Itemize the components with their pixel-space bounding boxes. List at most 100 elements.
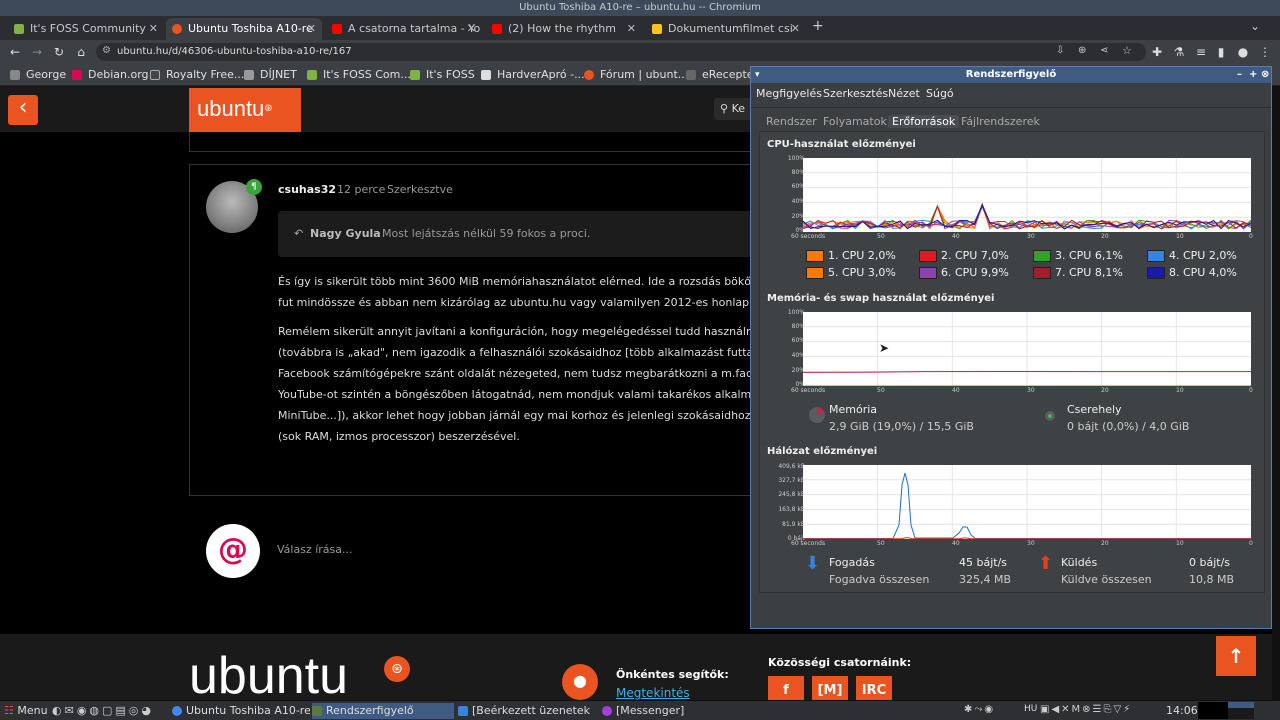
sidepanel-icon[interactable]: ▮ xyxy=(1214,45,1228,59)
menu-monitor[interactable]: Megfigyelés xyxy=(756,87,822,100)
post-edited[interactable]: Szerkesztve xyxy=(387,183,453,196)
close-icon[interactable]: ✕ xyxy=(627,18,636,40)
flask-icon[interactable]: ⚗ xyxy=(1172,45,1186,59)
address-bar[interactable]: ⚙ ubuntu.hu/d/46306-ubuntu-toshiba-a10-r… xyxy=(96,43,1146,61)
browser-tab[interactable]: (2) How the rhythm ✕ xyxy=(486,18,642,40)
irc-button[interactable]: IRC xyxy=(856,676,892,700)
tab-resources[interactable]: Erőforrások xyxy=(888,115,960,128)
browser-tab[interactable]: Dokumentumfilmet csi ✕ xyxy=(646,18,806,40)
cpu-color-swatch[interactable] xyxy=(1033,267,1051,279)
url-text[interactable]: ubuntu.hu/d/46306-ubuntu-toshiba-a10-re/… xyxy=(117,46,352,57)
cpu-color-swatch[interactable] xyxy=(1033,250,1051,262)
zoom-icon[interactable]: ⊕ xyxy=(1078,45,1086,56)
cpu-color-swatch[interactable] xyxy=(1147,267,1165,279)
bookmark-item[interactable]: eReceptek xyxy=(686,67,760,83)
cpu-color-swatch[interactable] xyxy=(806,267,824,279)
bookmark-item[interactable]: Royalty Free... xyxy=(150,67,244,83)
minimize-icon[interactable]: – xyxy=(1237,67,1242,83)
bookmark-item[interactable]: DÍJNET xyxy=(244,67,297,83)
menu-dots-icon[interactable]: ⋮ xyxy=(1258,45,1272,59)
reply-to-author[interactable]: Nagy Gyula xyxy=(310,227,381,240)
close-icon[interactable]: ⊗ xyxy=(1261,67,1269,83)
matrix-button[interactable]: [M] xyxy=(812,676,848,700)
site-info-icon[interactable]: ⚙ xyxy=(102,45,111,56)
upload-arrow-icon[interactable]: ⬆ xyxy=(1038,555,1053,573)
cpu-legend-item[interactable]: 6. CPU 9,9% xyxy=(919,266,1009,279)
quick-launch-icons[interactable]: ◐✉◉◍▢▤◎◕ xyxy=(52,704,170,718)
cpu-color-swatch[interactable] xyxy=(806,250,824,262)
footer-ubuntu-logo[interactable]: ubuntu xyxy=(189,646,348,700)
cpu-color-swatch[interactable] xyxy=(919,250,937,262)
tray-icons[interactable]: ✱⤳◉ xyxy=(964,704,1024,718)
bookmark-star-icon[interactable]: ☆ xyxy=(1122,44,1132,57)
cpu-color-swatch[interactable] xyxy=(919,267,937,279)
extensions-icon[interactable]: ✚ xyxy=(1150,45,1164,59)
bookmark-item[interactable]: It's FOSS Com... xyxy=(307,67,411,83)
memory-pie-icon[interactable] xyxy=(809,407,825,423)
profile-icon[interactable]: ● xyxy=(1236,45,1250,59)
scrollbar[interactable] xyxy=(1272,86,1280,700)
menu-help[interactable]: Súgó xyxy=(926,87,954,100)
forward-arrow-icon[interactable]: → xyxy=(30,45,44,59)
scroll-to-top-button[interactable]: ↑ xyxy=(1216,636,1256,676)
tab-search-chevron-icon[interactable]: ⌄ xyxy=(1250,19,1260,33)
bookmark-item[interactable]: Fórum | ubunt... xyxy=(584,67,688,83)
volunteers-link[interactable]: Megtekintés xyxy=(616,686,690,700)
swap-pie-icon[interactable] xyxy=(1045,411,1055,421)
window-menu-icon[interactable]: ▾ xyxy=(755,67,760,83)
cpu-legend-item[interactable]: 5. CPU 3,0% xyxy=(806,266,896,279)
taskbar-item-active[interactable]: Rendszerfigyelő xyxy=(312,703,454,719)
reload-icon[interactable]: ↻ xyxy=(52,45,66,59)
taskbar-item[interactable]: Ubuntu Toshiba A10-re ... xyxy=(172,703,310,719)
cpu-legend-item[interactable]: 8. CPU 4,0% xyxy=(1147,266,1237,279)
close-icon[interactable]: ✕ xyxy=(307,18,316,40)
keyboard-layout[interactable]: HU xyxy=(1024,704,1037,714)
cpu-legend-item[interactable]: 3. CPU 6,1% xyxy=(1033,249,1123,262)
workspace-1[interactable] xyxy=(1198,702,1228,719)
back-button[interactable]: ‹ xyxy=(8,95,38,125)
tab-system[interactable]: Rendszer xyxy=(766,115,817,128)
post-time[interactable]: 12 perce xyxy=(337,183,385,196)
cpu-legend-item[interactable]: 7. CPU 8,1% xyxy=(1033,266,1123,279)
bookmark-item[interactable]: HardverApró -... xyxy=(481,67,585,83)
browser-tab[interactable]: A csatorna tartalma - Yo ✕ xyxy=(326,18,482,40)
taskbar-item[interactable]: [Beérkezett üzenetek (1... xyxy=(458,703,594,719)
bookmark-item[interactable]: George xyxy=(10,67,66,83)
tab-filesystems[interactable]: Fájlrendszerek xyxy=(961,115,1040,128)
home-icon[interactable]: ⌂ xyxy=(74,45,88,59)
post-author[interactable]: csuhas32 xyxy=(278,183,336,196)
maximize-icon[interactable]: + xyxy=(1249,67,1257,83)
browser-tab-active[interactable]: Ubuntu Toshiba A10-re ✕ xyxy=(166,18,322,40)
ubuntu-logo[interactable]: ubuntu⊛ xyxy=(189,88,301,132)
close-icon[interactable]: ✕ xyxy=(791,18,800,40)
start-menu-button[interactable]: ☷ Menu xyxy=(4,703,48,719)
close-icon[interactable]: ✕ xyxy=(149,18,158,40)
sysmon-title-bar[interactable]: ▾ Rendszerfigyelő – + ⊗ xyxy=(751,67,1271,83)
tab-processes[interactable]: Folyamatok xyxy=(823,115,887,128)
search-box[interactable]: ⚲ Ke xyxy=(714,98,754,120)
cpu-legend-item[interactable]: 1. CPU 2,0% xyxy=(806,249,896,262)
menu-edit[interactable]: Szerkesztés xyxy=(823,87,888,100)
menu-view[interactable]: Nézet xyxy=(888,87,920,100)
close-icon[interactable]: ✕ xyxy=(467,18,476,40)
clock[interactable]: 14:06 xyxy=(1166,703,1198,719)
share-icon[interactable]: ⋖ xyxy=(1100,45,1108,56)
install-icon[interactable]: ⇩ xyxy=(1056,45,1064,56)
taskbar-item[interactable]: [Messenger] xyxy=(602,703,692,719)
tray-status-icons[interactable]: ▣◀✕M⊗☰⎘▽⚡ xyxy=(1040,704,1160,718)
new-tab-button[interactable]: + xyxy=(812,18,824,34)
messenger-icon xyxy=(602,706,612,716)
queue-icon[interactable]: ≡ xyxy=(1194,45,1208,59)
cpu-color-swatch[interactable] xyxy=(1147,250,1165,262)
workspace-2[interactable] xyxy=(1228,702,1254,719)
bookmark-item[interactable]: Debian.org xyxy=(72,67,149,83)
bookmark-item[interactable]: It's FOSS xyxy=(410,67,475,83)
cpu-legend-item[interactable]: 4. CPU 2,0% xyxy=(1147,249,1237,262)
back-arrow-icon[interactable]: ← xyxy=(8,45,22,59)
download-arrow-icon[interactable]: ⬇ xyxy=(805,555,820,573)
browser-tab[interactable]: It's FOSS Community ✕ xyxy=(8,18,164,40)
x-tick: 0 xyxy=(1249,387,1253,394)
cpu-legend-item[interactable]: 2. CPU 7,0% xyxy=(919,249,1009,262)
reply-input[interactable]: Válasz írása... xyxy=(277,543,353,556)
facebook-button[interactable]: f xyxy=(768,676,804,700)
